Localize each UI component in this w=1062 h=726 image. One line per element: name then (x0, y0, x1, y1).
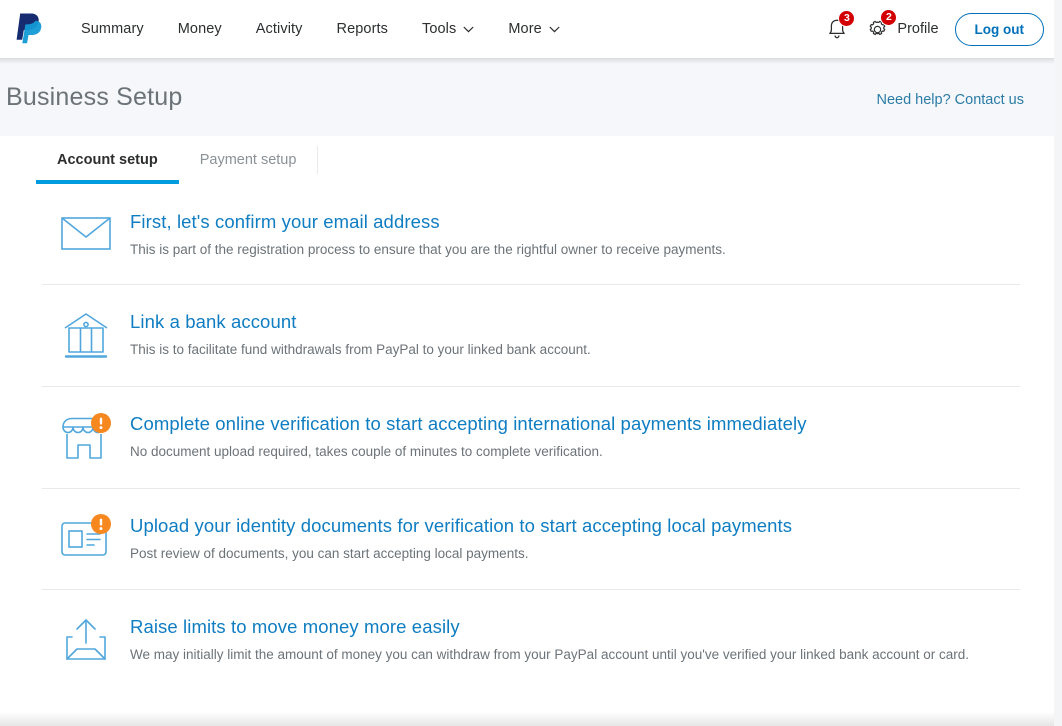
setup-row-upload-identity-documents[interactable]: Upload your identity documents for verif… (0, 488, 1062, 588)
setup-row-icon (42, 614, 130, 664)
top-navigation-bar: Summary Money Activity Reports Tools Mor… (0, 0, 1062, 64)
settings-button[interactable]: 2 (860, 9, 898, 46)
setup-row-title[interactable]: Link a bank account (130, 310, 591, 333)
need-help-contact-us-link[interactable]: Need help? Contact us (876, 92, 1024, 108)
logout-button[interactable]: Log out (954, 12, 1044, 46)
primary-nav-links: Summary Money Activity Reports Tools Mor… (64, 13, 577, 45)
page-root: Summary Money Activity Reports Tools Mor… (0, 0, 1062, 726)
setup-row-title[interactable]: Raise limits to move money more easily (130, 615, 969, 638)
setup-row-text: Raise limits to move money more easily W… (130, 614, 969, 664)
setup-row-description: No document upload required, takes coupl… (130, 444, 603, 460)
bottom-shadow (0, 712, 1062, 726)
setup-row-icon (42, 513, 130, 561)
setup-row-title[interactable]: Complete online verification to start ac… (130, 412, 807, 435)
tab-separator (317, 146, 319, 174)
setup-row-link-bank-account[interactable]: Link a bank account This is to facilitat… (0, 284, 1062, 386)
nav-item-more[interactable]: More (491, 13, 576, 45)
nav-item-activity[interactable]: Activity (239, 13, 320, 45)
nav-label: Activity (255, 21, 303, 37)
setup-row-raise-limits[interactable]: Raise limits to move money more easily W… (0, 588, 1062, 689)
page-title-band: Business Setup Need help? Contact us (0, 58, 1062, 136)
notifications-button[interactable]: 3 (820, 10, 856, 46)
nav-label: Tools (422, 21, 457, 37)
paypal-logo[interactable] (14, 10, 48, 48)
nav-label: Summary (81, 21, 144, 37)
account-setup-task-list: First, let's confirm your email address … (0, 184, 1062, 690)
id-card-icon (61, 514, 111, 557)
chevron-down-icon (549, 26, 560, 32)
notifications-badge: 3 (838, 10, 856, 27)
setup-row-text: Upload your identity documents for verif… (130, 513, 792, 563)
upload-tray-icon (66, 618, 106, 660)
vertical-scrollbar[interactable] (1054, 0, 1062, 726)
tab-payment-setup[interactable]: Payment setup (179, 136, 318, 184)
tab-label: Payment setup (199, 152, 297, 168)
setup-row-icon (42, 209, 130, 251)
nav-label: Reports (336, 21, 388, 37)
setup-row-description: We may initially limit the amount of mon… (130, 646, 969, 662)
setup-tabs: Account setup Payment setup (0, 136, 1062, 184)
setup-row-title[interactable]: First, let's confirm your email address (130, 210, 726, 233)
storefront-icon (62, 413, 111, 460)
nav-item-reports[interactable]: Reports (320, 13, 405, 45)
bank-icon (64, 313, 108, 359)
nav-item-money[interactable]: Money (161, 13, 239, 45)
setup-row-online-verification[interactable]: Complete online verification to start ac… (0, 386, 1062, 488)
setup-row-title[interactable]: Upload your identity documents for verif… (130, 514, 792, 537)
page-title: Business Setup (6, 82, 183, 111)
nav-item-summary[interactable]: Summary (64, 13, 161, 45)
settings-badge: 2 (880, 9, 898, 26)
envelope-icon (61, 217, 111, 250)
nav-label: Money (177, 21, 222, 37)
setup-row-icon (42, 309, 130, 361)
setup-row-description: This is part of the registration process… (130, 242, 726, 258)
setup-row-confirm-email[interactable]: First, let's confirm your email address … (0, 184, 1062, 284)
setup-row-description: Post review of documents, you can start … (130, 546, 529, 562)
tab-label: Account setup (57, 152, 158, 168)
setup-row-text: Link a bank account This is to facilitat… (130, 309, 591, 359)
tab-account-setup[interactable]: Account setup (36, 136, 179, 184)
top-bar-right-cluster: 3 2 Profile Log out (820, 9, 1044, 46)
setup-row-text: First, let's confirm your email address … (130, 209, 726, 259)
chevron-down-icon (463, 26, 474, 32)
setup-row-description: This is to facilitate fund withdrawals f… (130, 342, 591, 358)
setup-row-text: Complete online verification to start ac… (130, 411, 807, 461)
setup-row-icon (42, 411, 130, 463)
nav-item-tools[interactable]: Tools (405, 13, 491, 45)
profile-menu[interactable]: Profile (897, 21, 938, 37)
nav-label: More (508, 21, 542, 37)
